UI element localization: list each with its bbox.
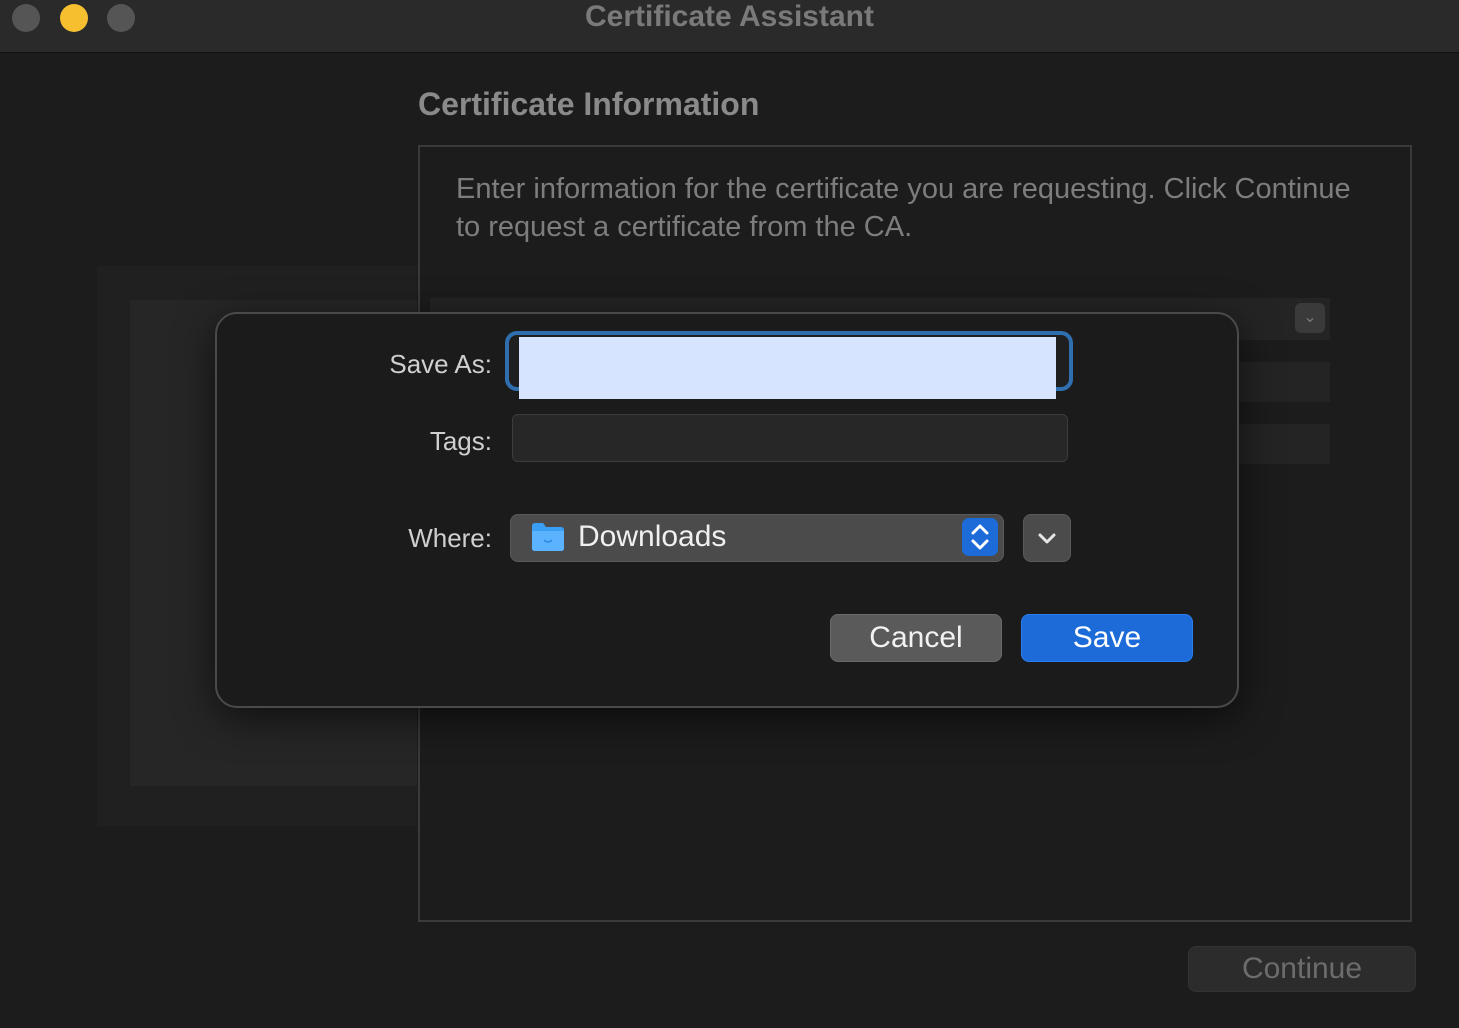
window-title: Certificate Assistant <box>585 0 874 33</box>
continue-button[interactable]: Continue <box>1188 946 1416 992</box>
save-as-label: Save As: <box>389 349 492 379</box>
where-label: Where: <box>408 523 492 553</box>
cancel-button[interactable]: Cancel <box>830 614 1002 662</box>
title-bar: Certificate Assistant <box>0 0 1459 53</box>
save-as-input[interactable] <box>519 337 1056 399</box>
tags-label: Tags: <box>429 426 492 456</box>
folder-icon <box>532 523 564 551</box>
save-button[interactable]: Save <box>1021 614 1193 662</box>
tags-input[interactable] <box>512 414 1068 462</box>
expand-dialog-button[interactable] <box>1023 514 1071 562</box>
chevron-up-down-icon <box>962 518 998 556</box>
hidden-popup-chevron-icon: ⌄ <box>1295 303 1325 333</box>
page-title: Certificate Information <box>418 86 760 122</box>
info-description: Enter information for the certificate yo… <box>456 173 1351 243</box>
chevron-down-icon <box>1038 533 1056 544</box>
where-value: Downloads <box>578 520 727 553</box>
